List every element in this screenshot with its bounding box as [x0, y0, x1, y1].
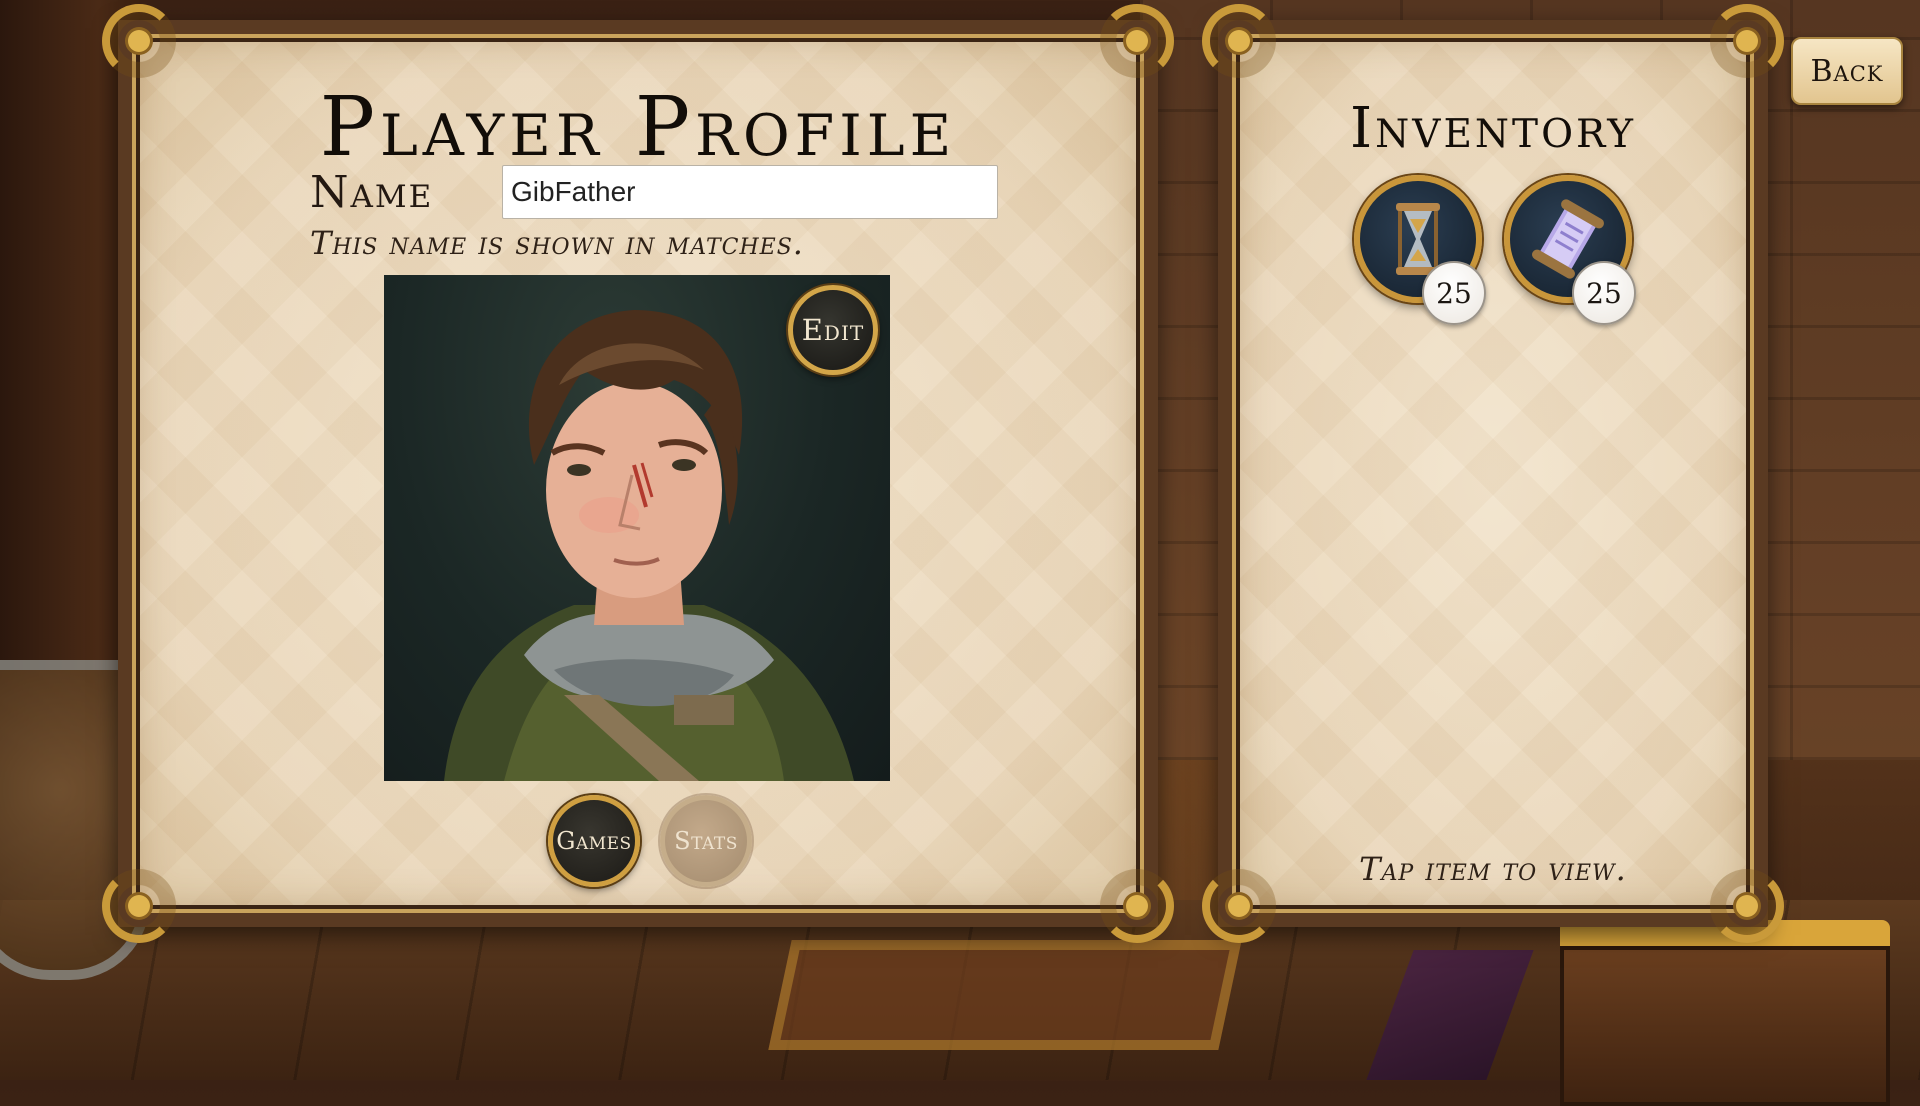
games-button[interactable]: Games: [548, 795, 640, 887]
item-count-badge: 25: [1572, 261, 1636, 325]
player-profile-panel: Player Profile Name This name is shown i…: [102, 4, 1174, 943]
corner-ornament: [102, 4, 176, 78]
inventory-hint: Tap item to view.: [1359, 850, 1627, 888]
background-treasure-chest: [1560, 920, 1890, 1106]
back-button[interactable]: Back: [1791, 37, 1903, 105]
edit-portrait-button[interactable]: Edit: [788, 285, 878, 375]
inventory-panel: Inventory 25 25 Tap item to view.: [1202, 4, 1784, 943]
inventory-title: Inventory: [1350, 96, 1636, 161]
item-count-badge: 25: [1422, 261, 1486, 325]
background-rug: [768, 940, 1242, 1050]
name-input[interactable]: [502, 165, 998, 219]
corner-ornament: [1100, 869, 1174, 943]
corner-ornament: [1202, 4, 1276, 78]
corner-ornament: [102, 869, 176, 943]
corner-ornament: [1710, 4, 1784, 78]
stats-button[interactable]: Stats: [660, 795, 752, 887]
player-profile-title: Player Profile: [319, 80, 957, 175]
name-label: Name: [310, 167, 434, 218]
corner-ornament: [1100, 4, 1174, 78]
name-hint: This name is shown in matches.: [310, 224, 804, 262]
